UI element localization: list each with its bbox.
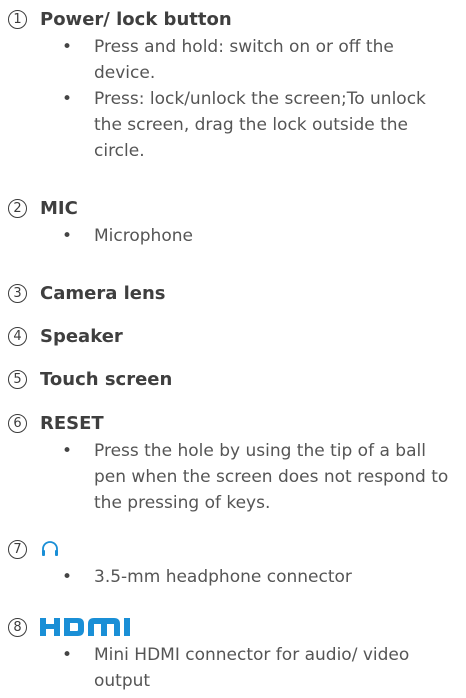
item-number: 2 [8,198,27,218]
list-item-speaker: 4 Speaker [8,321,458,351]
bullet-text: Mini HDMI connector for audio/ video out… [94,645,410,691]
list-item-touch-screen: 5 Touch screen [8,364,458,394]
bullet-item: • Microphone [62,226,193,246]
bullet-text: Microphone [94,226,193,246]
item-title: Power/ lock button [40,8,232,30]
item-title: Speaker [40,325,123,347]
list-item-headphone: 7 • 3.5-mm headphone connector [8,534,458,590]
bullet-item: • 3.5-mm headphone connector [62,567,352,587]
bullet-item: • Press and hold: switch on or off the de… [62,37,394,83]
bullet-text: 3.5-mm headphone connector [94,567,352,587]
list-item-hdmi: 8 • Mini HDMI connector for audio/ video … [8,612,458,694]
headphone-icon [42,541,58,556]
item-title: Camera lens [40,282,166,304]
hdmi-logo [40,618,130,636]
bullet-text: Press the hole by using the tip of a bal… [94,441,449,513]
item-title: RESET [40,412,104,434]
list-item-reset: 6 RESET • Press the hole by using the tip… [8,408,458,516]
item-number: 5 [8,369,27,389]
item-number: 8 [8,617,27,637]
list-item-power-lock-button: 1 Power/ lock button • Press and hold: sw… [8,4,458,164]
bullet-item: • Mini HDMI connector for audio/ video ou… [62,645,410,691]
item-number: 6 [8,413,27,433]
item-number: 4 [8,326,27,346]
bullet-item: • Press the hole by using the tip of a ba… [62,441,449,513]
bullet-text: Press and hold: switch on or off the dev… [94,37,394,83]
list-item-mic: 2 MIC • Microphone [8,193,458,249]
item-number: 7 [8,539,27,559]
item-number: 1 [8,9,27,29]
item-title: MIC [40,197,78,219]
item-number: 3 [8,283,27,303]
bullet-text: Press: lock/unlock the screen;To unlock … [94,89,426,161]
list-item-camera-lens: 3 Camera lens [8,278,458,308]
bullet-item: • Press: lock/unlock the screen;To unlock… [62,89,426,161]
item-title: Touch screen [40,368,173,390]
